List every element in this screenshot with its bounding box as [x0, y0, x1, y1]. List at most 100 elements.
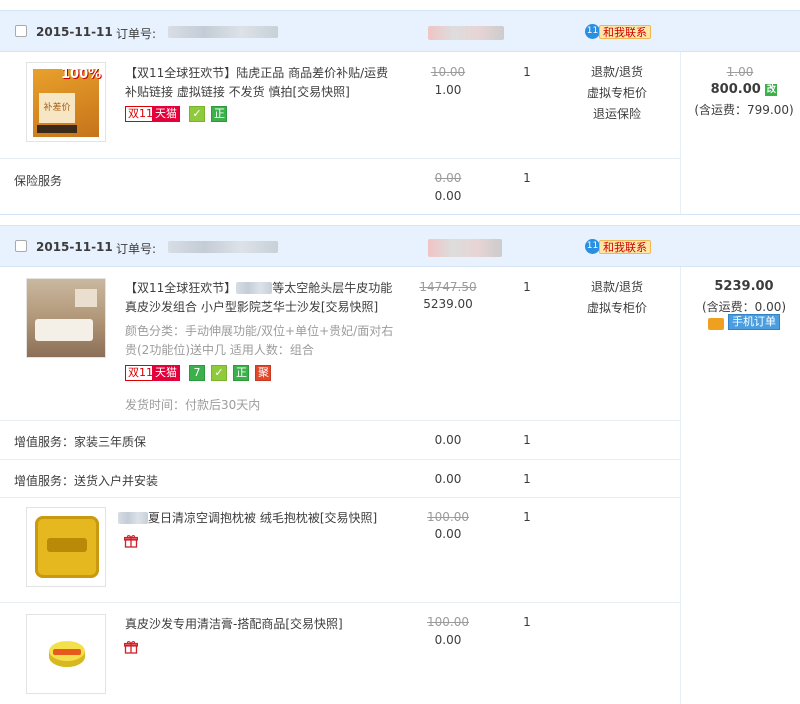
gift-thumbnail[interactable] — [26, 507, 106, 587]
jar-label — [53, 649, 81, 655]
price-edited-badge: 改 — [765, 84, 778, 96]
order-number-label: 订单号: — [116, 242, 157, 256]
chat-icon: 11 — [585, 24, 600, 39]
genuine-tag[interactable]: 正 — [233, 365, 249, 381]
product-title-line1b: 等太空舱头层牛皮功能 — [272, 281, 393, 295]
total-amount-row: 800.00 改 — [698, 82, 790, 97]
gift-price: 0.00 — [434, 527, 462, 541]
service-install-price: 0.00 — [434, 472, 462, 486]
unit-price: 1.00 — [434, 83, 462, 97]
order-operations: 退款/退货 虚拟专柜价 — [577, 277, 657, 319]
mobile-order-badge[interactable]: 手机订单 — [728, 314, 780, 330]
service-warranty-quantity: 1 — [523, 433, 531, 447]
service-install-quantity: 1 — [523, 472, 531, 486]
gift-quantity: 1 — [523, 615, 531, 629]
gift-title-link[interactable]: 夏日清凉空调抱枕被 绒毛抱枕被[交易快照] — [118, 509, 398, 528]
order-date: 2015-11-11 — [36, 25, 113, 39]
order-number-label: 订单号: — [116, 27, 157, 41]
divider — [0, 497, 680, 498]
juhuasuan-tag[interactable]: 聚 — [255, 365, 271, 381]
divider — [0, 459, 680, 460]
contact-seller-button[interactable]: 11 和我联系 — [585, 24, 655, 40]
brand-redacted — [118, 512, 148, 524]
total-column-divider — [680, 52, 681, 214]
virtual-price-link[interactable]: 虚拟专柜价 — [577, 83, 657, 104]
genuine-tag[interactable]: 正 — [211, 106, 227, 122]
gift-price: 0.00 — [434, 633, 462, 647]
order-header: 2015-11-11 订单号: 11 和我联系 — [0, 10, 800, 52]
attribute-line2: 贵(2功能位)送中几 适用人数：组合 — [125, 343, 314, 357]
pillow-logo — [47, 538, 87, 552]
insurance-service-label: 保险服务 — [14, 174, 63, 188]
sofa-shape — [35, 319, 93, 341]
order-checkbox[interactable] — [15, 240, 27, 252]
gift-title-link[interactable]: 真皮沙发专用清洁膏-搭配商品[交易快照] — [125, 615, 400, 634]
seller-name-redacted[interactable] — [428, 26, 504, 40]
order-operations: 退款/退货 虚拟专柜价 退运保险 — [577, 62, 657, 125]
product-title-link[interactable]: 【双11全球狂欢节】 等太空舱头层牛皮功能 真皮沙发组合 小户型影院芝华士沙发[交… — [125, 279, 400, 317]
refund-link[interactable]: 退款/退货 — [577, 277, 657, 298]
service-warranty-price: 0.00 — [434, 433, 462, 447]
product-thumbnail[interactable] — [26, 278, 106, 358]
service-install-label: 增值服务：送货入户并安装 — [14, 474, 159, 488]
gift-icon — [124, 641, 138, 654]
virtual-price-link[interactable]: 虚拟专柜价 — [577, 298, 657, 319]
contact-seller-button[interactable]: 11 和我联系 — [585, 239, 655, 255]
product-title-line2: 补贴链接 虚拟链接 不发货 慎拍[交易快照] — [125, 85, 350, 99]
guarantee-icon[interactable]: ✓ — [189, 106, 205, 122]
product-title-link[interactable]: 【双11全球狂欢节】陆虎正品 商品差价补贴/运费 补贴链接 虚拟链接 不发货 慎… — [125, 64, 395, 102]
unit-price: 5239.00 — [423, 297, 473, 311]
tmall-tag[interactable]: 天猫 — [152, 365, 180, 381]
gift-icon — [124, 535, 138, 548]
contact-label: 和我联系 — [599, 240, 651, 254]
wallet-icon — [708, 318, 724, 330]
divider — [0, 602, 680, 603]
return-insurance-link[interactable]: 退运保险 — [577, 104, 657, 125]
product-title-line1: 【双11全球狂欢节】 — [125, 281, 237, 295]
shipping-info: (含运费：799.00) — [694, 103, 794, 117]
divider — [0, 158, 680, 159]
chat-icon: 11 — [585, 239, 600, 254]
seller-name-redacted[interactable] — [428, 239, 502, 257]
gift-title: 夏日清凉空调抱枕被 绒毛抱枕被[交易快照] — [148, 511, 378, 525]
thumb-footer — [37, 125, 77, 133]
tmall-tag[interactable]: 天猫 — [152, 106, 180, 122]
total-column-divider — [680, 267, 681, 704]
order-bottom-border — [0, 214, 800, 215]
service-price: 0.00 — [434, 189, 462, 203]
service-quantity: 1 — [523, 171, 531, 185]
order-checkbox[interactable] — [15, 25, 27, 37]
shipping-info: (含运费：0.00) — [701, 300, 787, 314]
seven-day-return-tag[interactable]: 7 — [189, 365, 205, 381]
thumb-caption: 补差价 — [39, 93, 75, 123]
product-thumbnail[interactable]: 100% 补差价 — [26, 62, 106, 142]
quantity: 1 — [523, 280, 531, 294]
shipping-time: 发货时间：付款后30天内 — [125, 398, 261, 412]
quantity: 1 — [523, 65, 531, 79]
brand-redacted — [236, 282, 273, 294]
original-price: 10.00 — [430, 65, 466, 79]
order-header: 2015-11-11 订单号: 11 和我联系 — [0, 225, 800, 267]
gift-original-price: 100.00 — [427, 615, 469, 629]
total-amount: 5239.00 — [714, 279, 774, 294]
original-price: 14747.50 — [419, 280, 477, 294]
order-date: 2015-11-11 — [36, 240, 113, 254]
divider — [0, 420, 680, 421]
total-original: 1.00 — [726, 65, 754, 79]
order-number-redacted — [168, 26, 278, 38]
product-title-line2: 真皮沙发组合 小户型影院芝华士沙发[交易快照] — [125, 300, 379, 314]
thumb-badge: 100% — [61, 67, 102, 82]
contact-label: 和我联系 — [599, 25, 651, 39]
gift-quantity: 1 — [523, 510, 531, 524]
service-original-price: 0.00 — [434, 171, 462, 185]
wall-art — [75, 289, 97, 307]
guarantee-icon[interactable]: ✓ — [211, 365, 227, 381]
order-number-redacted — [168, 241, 278, 253]
refund-link[interactable]: 退款/退货 — [577, 62, 657, 83]
total-amount: 800.00 — [710, 82, 761, 97]
gift-thumbnail[interactable] — [26, 614, 106, 694]
product-title-line1: 【双11全球狂欢节】陆虎正品 商品差价补贴/运费 — [125, 66, 389, 80]
service-warranty-label: 增值服务：家装三年质保 — [14, 435, 147, 449]
product-attributes: 颜色分类：手动伸展功能/双位+单位+贵妃/面对右 贵(2功能位)送中几 适用人数… — [125, 322, 400, 360]
attribute-line1: 颜色分类：手动伸展功能/双位+单位+贵妃/面对右 — [125, 324, 394, 338]
